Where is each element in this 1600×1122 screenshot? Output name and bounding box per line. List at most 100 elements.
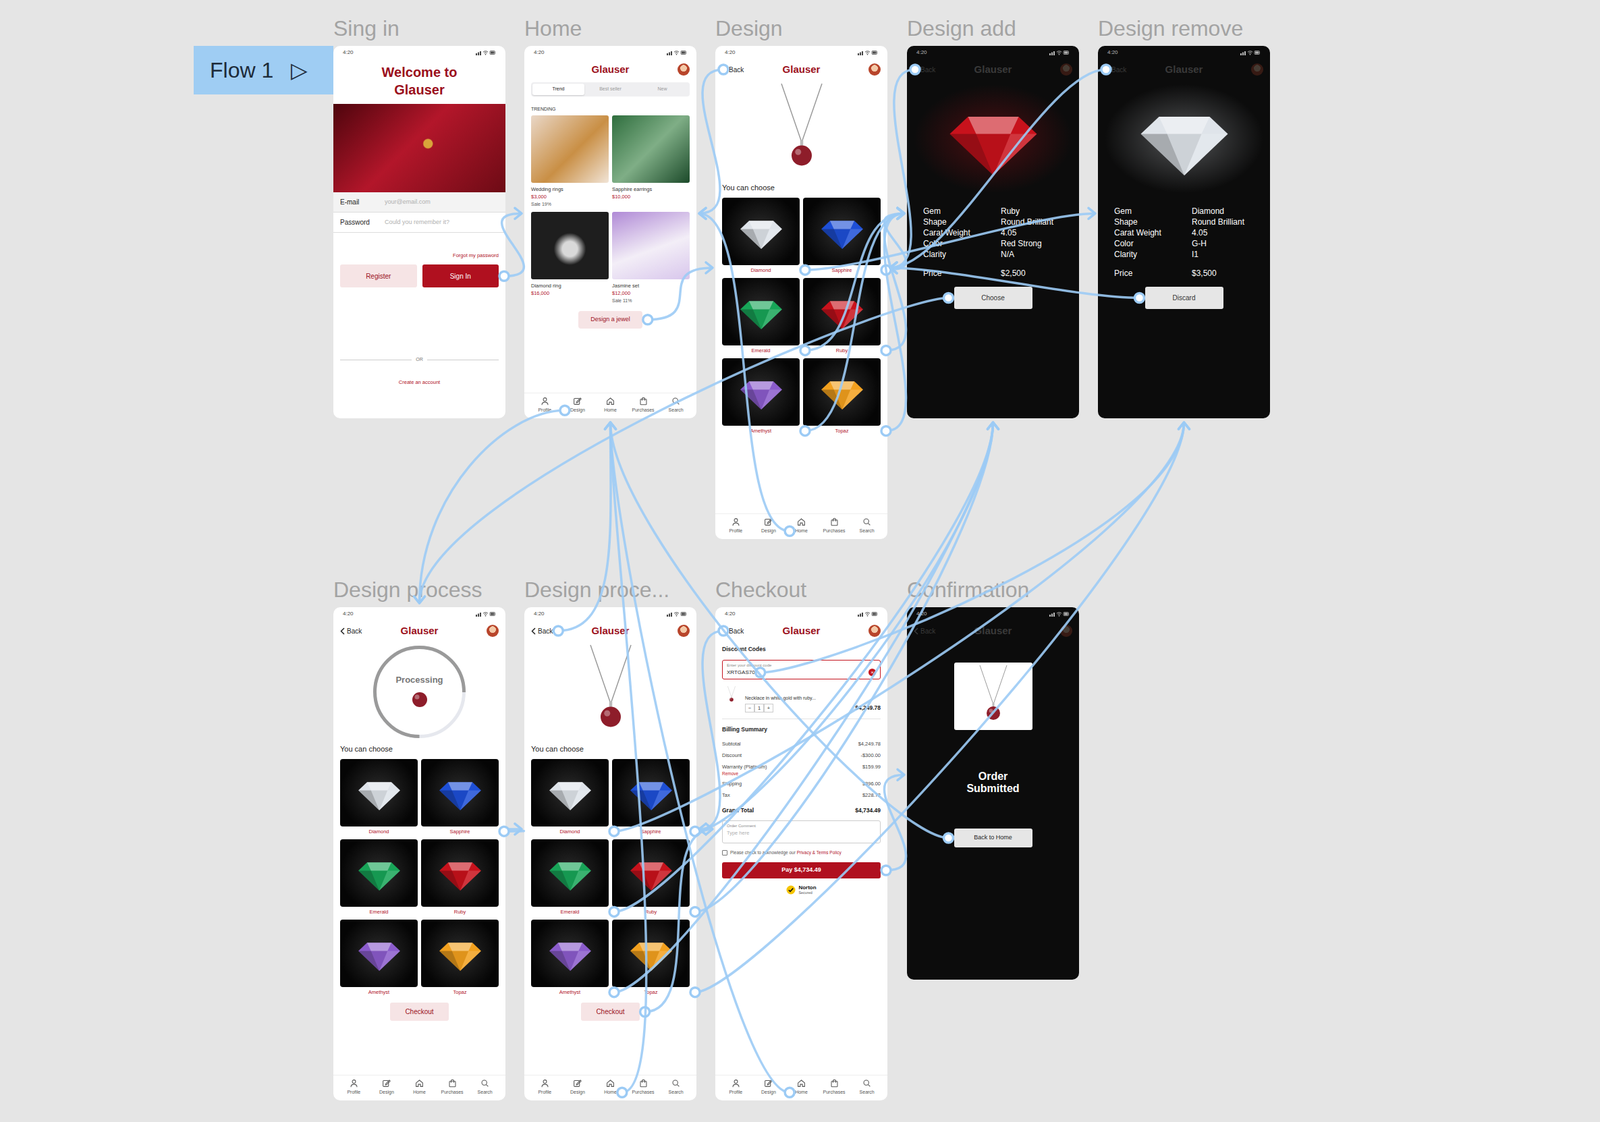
gem-option[interactable]: Ruby — [421, 839, 499, 916]
back-button[interactable]: Back — [913, 64, 936, 75]
tab[interactable]: New — [636, 83, 689, 96]
tab[interactable]: Trend — [532, 83, 585, 96]
gem-option[interactable]: Emerald — [722, 278, 800, 355]
back-button[interactable]: Back — [913, 626, 936, 637]
nav-item[interactable]: Purchases — [437, 1079, 467, 1097]
price-row: Price$3,500 — [1114, 267, 1254, 279]
avatar-icon[interactable] — [868, 624, 881, 638]
prototype-connection — [690, 422, 1190, 998]
create-account-link[interactable]: Create an account — [333, 378, 506, 386]
forgot-password-link[interactable]: Forgot my password — [333, 232, 506, 260]
nav-item[interactable]: Design — [753, 1079, 784, 1097]
nav-item[interactable]: Home — [404, 1079, 434, 1097]
back-to-home-button[interactable]: Back to Home — [954, 828, 1033, 848]
product-name: Jasmine set — [612, 282, 690, 290]
gem-option[interactable]: Topaz — [803, 358, 881, 435]
nav-item[interactable]: Search — [661, 396, 692, 415]
back-button[interactable]: Back — [340, 626, 362, 637]
gem-option[interactable]: Amethyst — [722, 358, 800, 435]
gem-option[interactable]: Amethyst — [340, 919, 418, 997]
gem-option[interactable]: Sapphire — [612, 759, 690, 836]
field-placeholder: Type here — [726, 829, 876, 837]
nav-item[interactable]: Search — [470, 1079, 501, 1097]
clear-icon[interactable]: × — [868, 668, 876, 677]
terms-checkbox[interactable] — [722, 850, 728, 856]
avatar-icon[interactable] — [1060, 63, 1073, 76]
nav-item[interactable]: Design — [562, 396, 593, 415]
product-card[interactable]: Sapphire earrings$10,000 — [612, 115, 690, 208]
status-time: 4:20 — [916, 48, 928, 57]
choose-button[interactable]: Choose — [954, 286, 1033, 310]
gem-option[interactable]: Topaz — [612, 919, 690, 997]
order-comment-field[interactable]: Order CommentType here — [722, 820, 881, 844]
gem-image — [340, 759, 418, 827]
checkout-button[interactable]: Checkout — [581, 1002, 640, 1022]
decrease-button[interactable]: − — [745, 703, 755, 713]
gem-option[interactable]: Diamond — [340, 759, 418, 836]
password-input[interactable] — [384, 217, 499, 228]
field-row: XRTGAS70× — [726, 668, 876, 677]
nav-item[interactable]: Home — [786, 1079, 816, 1097]
nav-item[interactable]: Home — [595, 396, 625, 415]
nav-item[interactable]: Purchases — [819, 517, 849, 536]
nav-item[interactable]: Design — [753, 517, 784, 536]
prototype-connection — [690, 422, 999, 917]
nav-item[interactable]: Profile — [720, 1079, 751, 1097]
remove-link[interactable]: Remove — [722, 770, 767, 778]
back-button[interactable]: Back — [722, 626, 744, 637]
nav-item[interactable]: Profile — [529, 396, 560, 415]
tab[interactable]: Best seller — [584, 83, 637, 96]
nav-item[interactable]: Search — [852, 517, 882, 536]
back-button[interactable]: Back — [722, 64, 744, 75]
nav-item[interactable]: Design — [371, 1079, 402, 1097]
nav-item[interactable]: Home — [786, 517, 816, 536]
discard-button[interactable]: Discard — [1145, 286, 1224, 310]
register-button[interactable]: Register — [340, 264, 418, 288]
gem-image — [531, 759, 609, 827]
discount-code-field[interactable]: Enter your discount codeXRTGAS70× — [722, 659, 881, 680]
design-jewel-button[interactable]: Design a jewel — [578, 311, 643, 329]
avatar-icon[interactable] — [677, 63, 690, 76]
avatar-icon[interactable] — [486, 624, 499, 638]
gem-option[interactable]: Ruby — [803, 278, 881, 355]
nav-item[interactable]: Search — [661, 1079, 692, 1097]
gem-option[interactable]: Sapphire — [803, 197, 881, 274]
nav-item[interactable]: Design — [562, 1079, 593, 1097]
email-input[interactable] — [384, 197, 499, 208]
gem-option[interactable]: Diamond — [531, 759, 609, 836]
gem-option[interactable]: Emerald — [340, 839, 418, 916]
gem-option[interactable]: Amethyst — [531, 919, 609, 997]
back-button[interactable]: Back — [531, 626, 553, 637]
gem-option[interactable]: Sapphire — [421, 759, 499, 836]
gem-option[interactable]: Emerald — [531, 839, 609, 916]
product-card[interactable]: Diamond ring$16,000 — [531, 211, 609, 305]
terms-link[interactable]: Privacy & Terms Policy — [796, 850, 842, 855]
nav-item[interactable]: Search — [852, 1079, 882, 1097]
gem-option[interactable]: Topaz — [421, 919, 499, 997]
flow-start-badge[interactable]: Flow 1▷ — [193, 45, 334, 95]
nav-item[interactable]: Profile — [338, 1079, 369, 1097]
avatar-icon[interactable] — [868, 63, 881, 76]
product-card[interactable]: Jasmine set$12,000Sale 11% — [612, 211, 690, 305]
price-value: $3,500 — [1191, 267, 1217, 279]
nav-item[interactable]: Purchases — [819, 1079, 849, 1097]
back-button[interactable]: Back — [1104, 64, 1127, 75]
spec-label: Shape — [923, 216, 1001, 228]
nav-item[interactable]: Purchases — [628, 396, 658, 415]
gem-option[interactable]: Diamond — [722, 197, 800, 274]
nav-item[interactable]: Purchases — [628, 1079, 658, 1097]
sign-in-button[interactable]: Sign In — [422, 264, 500, 288]
product-card[interactable]: Wedding rings$3,000Sale 19% — [531, 115, 609, 208]
increase-button[interactable]: + — [763, 703, 774, 713]
avatar-icon[interactable] — [677, 624, 690, 638]
checkout-button[interactable]: Checkout — [390, 1002, 449, 1022]
nav-label: Design — [379, 1089, 395, 1097]
nav-item[interactable]: Home — [595, 1079, 625, 1097]
header-left: Back — [722, 64, 760, 75]
gem-option[interactable]: Ruby — [612, 839, 690, 916]
pay-button[interactable]: Pay $4,734.49 — [722, 862, 881, 879]
nav-item[interactable]: Profile — [720, 517, 751, 536]
nav-item[interactable]: Profile — [529, 1079, 560, 1097]
avatar-icon[interactable] — [1251, 63, 1264, 76]
avatar-icon[interactable] — [1060, 624, 1073, 638]
